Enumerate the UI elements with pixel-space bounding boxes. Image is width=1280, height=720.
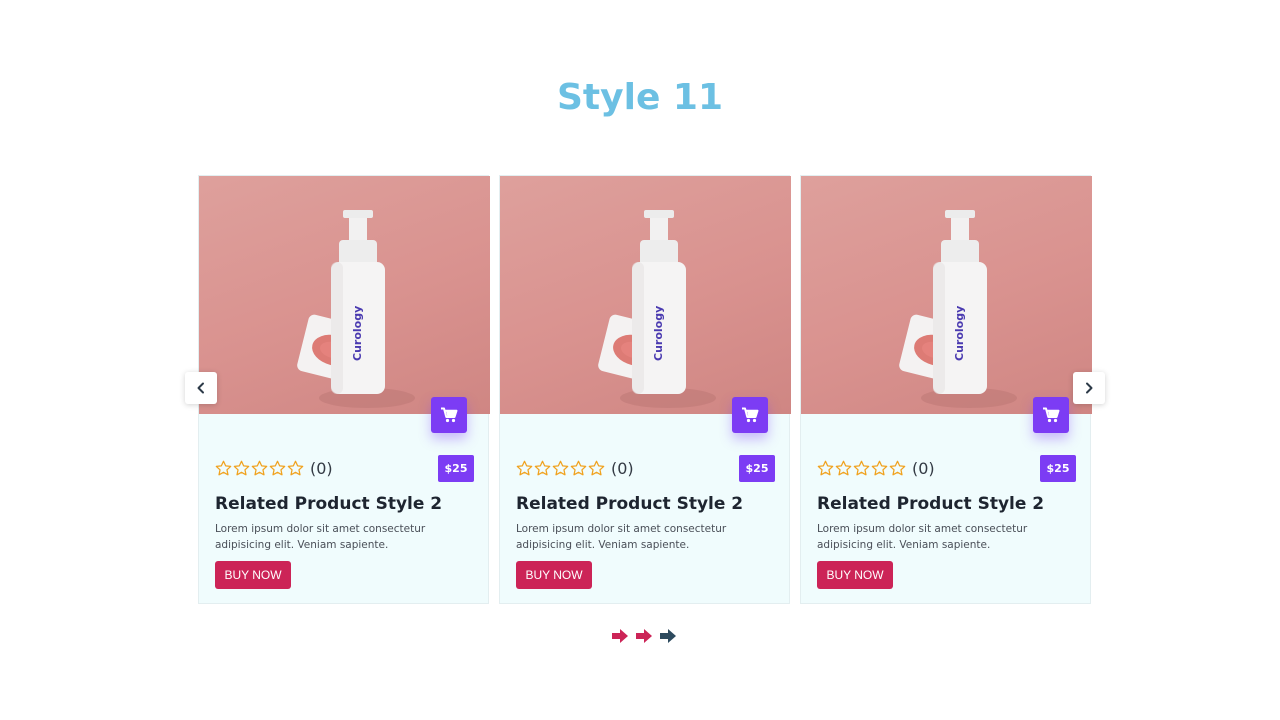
product-description: Lorem ipsum dolor sit amet consectetur a… bbox=[817, 523, 1028, 551]
cart-icon bbox=[742, 407, 759, 423]
pagination-dot-2[interactable] bbox=[635, 628, 653, 644]
star-outline-icon bbox=[835, 460, 852, 475]
rating: (0) bbox=[817, 457, 935, 479]
product-slider: Curology (0) $25 Related Product Style 2… bbox=[0, 0, 1280, 720]
slider-prev-button[interactable] bbox=[185, 372, 217, 404]
star-rating bbox=[215, 460, 304, 477]
product-card: Curology (0) $25 Related Product Style 2… bbox=[800, 175, 1092, 604]
price-badge: $25 bbox=[1040, 455, 1076, 482]
price-badge: $25 bbox=[739, 455, 775, 482]
add-to-cart-button[interactable] bbox=[431, 397, 467, 433]
product-image[interactable]: Curology bbox=[500, 176, 791, 414]
star-rating bbox=[516, 460, 605, 477]
cart-icon bbox=[1043, 407, 1060, 423]
rating: (0) bbox=[516, 457, 634, 479]
rating: (0) bbox=[215, 457, 333, 479]
star-outline-icon bbox=[233, 460, 250, 475]
product-name[interactable]: Related Product Style 2 bbox=[215, 494, 442, 514]
buy-now-button[interactable]: BUY NOW bbox=[215, 561, 291, 589]
buy-now-button[interactable]: BUY NOW bbox=[817, 561, 893, 589]
star-outline-icon bbox=[889, 460, 906, 475]
slider-next-button[interactable] bbox=[1073, 372, 1105, 404]
product-card: Curology (0) $25 Related Product Style 2… bbox=[198, 175, 490, 604]
star-outline-icon bbox=[817, 460, 834, 475]
star-outline-icon bbox=[251, 460, 268, 475]
star-outline-icon bbox=[871, 460, 888, 475]
star-outline-icon bbox=[853, 460, 870, 475]
star-outline-icon bbox=[552, 460, 569, 475]
star-outline-icon bbox=[570, 460, 587, 475]
rating-count: (0) bbox=[611, 458, 634, 478]
product-brand-label: Curology bbox=[652, 306, 665, 361]
price-badge: $25 bbox=[438, 455, 474, 482]
product-image[interactable]: Curology bbox=[199, 176, 490, 414]
pagination-dot-1[interactable] bbox=[611, 628, 629, 644]
product-image[interactable]: Curology bbox=[801, 176, 1092, 414]
product-description: Lorem ipsum dolor sit amet consectetur a… bbox=[516, 523, 727, 551]
star-rating bbox=[817, 460, 906, 477]
pagination-dot-3[interactable] bbox=[659, 628, 677, 644]
star-outline-icon bbox=[588, 460, 605, 475]
buy-now-button[interactable]: BUY NOW bbox=[516, 561, 592, 589]
slider-pagination bbox=[611, 628, 677, 644]
rating-count: (0) bbox=[912, 458, 935, 478]
star-outline-icon bbox=[534, 460, 551, 475]
product-brand-label: Curology bbox=[351, 306, 364, 361]
product-name[interactable]: Related Product Style 2 bbox=[817, 494, 1044, 514]
product-card: Curology (0) $25 Related Product Style 2… bbox=[499, 175, 791, 604]
star-outline-icon bbox=[215, 460, 232, 475]
product-name[interactable]: Related Product Style 2 bbox=[516, 494, 743, 514]
chevron-right-icon bbox=[1086, 382, 1093, 394]
cart-icon bbox=[441, 407, 458, 423]
rating-count: (0) bbox=[310, 458, 333, 478]
product-description: Lorem ipsum dolor sit amet consectetur a… bbox=[215, 523, 426, 551]
chevron-left-icon bbox=[197, 382, 204, 394]
add-to-cart-button[interactable] bbox=[1033, 397, 1069, 433]
star-outline-icon bbox=[516, 460, 533, 475]
star-outline-icon bbox=[269, 460, 286, 475]
star-outline-icon bbox=[287, 460, 304, 475]
product-brand-label: Curology bbox=[953, 306, 966, 361]
add-to-cart-button[interactable] bbox=[732, 397, 768, 433]
